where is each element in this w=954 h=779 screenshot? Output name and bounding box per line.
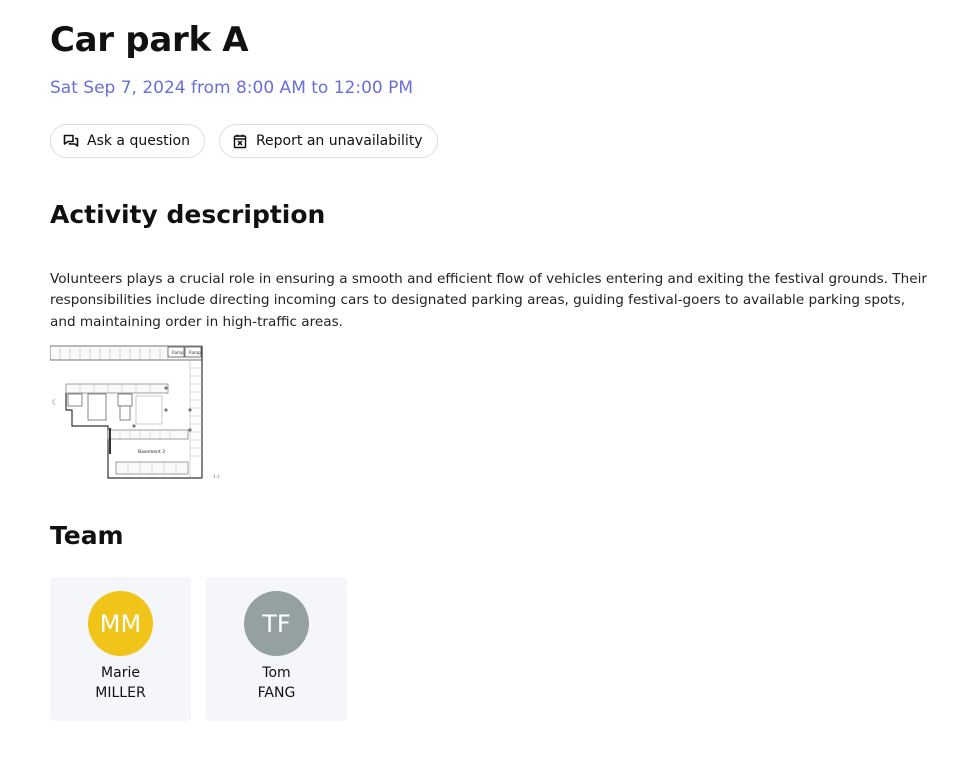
ask-question-button[interactable]: Ask a question	[50, 124, 205, 158]
activity-datetime: Sat Sep 7, 2024 from 8:00 AM to 12:00 PM	[50, 78, 414, 98]
avatar-initials: MM	[99, 609, 142, 638]
member-last-name: MILLER	[95, 685, 146, 701]
activity-page: Car park A Sat Sep 7, 2024 from 8:00 AM …	[0, 0, 954, 779]
ramp-label: Ramp	[172, 350, 184, 355]
team-member-card[interactable]: TF Tom FANG	[206, 577, 347, 721]
calendar-x-icon	[232, 133, 248, 149]
member-last-name: FANG	[257, 685, 296, 701]
activity-description-heading: Activity description	[50, 200, 326, 229]
member-first-name: Tom	[262, 665, 291, 681]
ask-question-label: Ask a question	[87, 133, 190, 149]
map-scale-label: 1:1	[213, 474, 220, 480]
report-unavailability-button[interactable]: Report an unavailability	[218, 124, 438, 158]
team-heading: Team	[50, 521, 124, 550]
parking-map-image[interactable]: Ramp Ramp Basement 3 1:1	[49, 344, 226, 482]
team-list: MM Marie MILLER TF Tom FANG	[50, 577, 347, 721]
report-unavailability-label: Report an unavailability	[255, 133, 423, 149]
action-bar: Ask a question Report an unavailability	[50, 124, 438, 158]
avatar-initials: TF	[262, 609, 291, 638]
chat-bubbles-icon	[63, 133, 79, 149]
avatar: TF	[244, 591, 309, 656]
activity-description-text: Volunteers plays a crucial role in ensur…	[50, 270, 927, 330]
avatar: MM	[88, 591, 153, 656]
ramp-label: Ramp	[189, 350, 201, 355]
map-floor-label: Basement 3	[138, 449, 165, 455]
team-member-card[interactable]: MM Marie MILLER	[50, 577, 191, 721]
page-title: Car park A	[50, 20, 249, 60]
member-first-name: Marie	[101, 665, 140, 681]
